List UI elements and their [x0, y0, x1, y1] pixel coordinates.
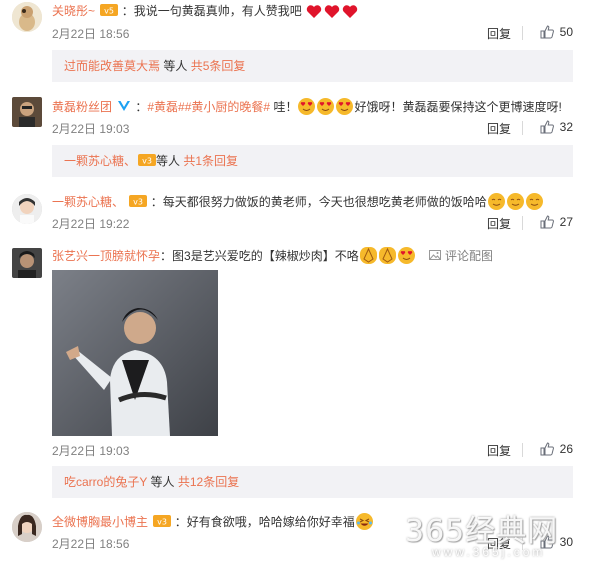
comment-date: 2月22日 19:22: [52, 217, 130, 231]
divider: [522, 26, 523, 40]
avatar[interactable]: [12, 194, 42, 224]
comment-date: 2月22日 19:03: [52, 444, 130, 458]
vip-badge-icon: v3: [138, 146, 157, 166]
reply-total-link[interactable]: 共5条回复: [191, 59, 246, 73]
reply-total-link[interactable]: 共1条回复: [183, 154, 238, 168]
divider: [522, 121, 523, 135]
comment-username[interactable]: 全微博胸最小博主: [52, 515, 148, 529]
watermark-logo: 365经典网: [405, 514, 559, 549]
svg-text:v3: v3: [133, 198, 143, 207]
like-count: 30: [559, 535, 573, 549]
reply-etc: 等人: [150, 475, 175, 489]
comment-meta: 2月22日 19:03 回复 26: [52, 442, 581, 458]
like-count: 50: [559, 25, 573, 39]
thumbs-up-icon: [540, 25, 554, 39]
reply-button[interactable]: 回复: [487, 215, 511, 232]
image-icon: [429, 250, 442, 260]
vip-badge-icon: v5: [100, 4, 119, 16]
reply-summary[interactable]: 吃carro的兔子Y 等人 共12条回复: [52, 466, 573, 498]
avatar[interactable]: [12, 512, 42, 542]
like-button[interactable]: 50: [540, 25, 573, 39]
praying-hands-emoji-icon: [359, 247, 377, 264]
heart-eyes-emoji-icon: [298, 98, 316, 115]
watermark-url: www.365j.com: [432, 545, 546, 559]
svg-text:v5: v5: [104, 7, 114, 16]
reply-username[interactable]: 一颗苏心糖、: [64, 154, 136, 168]
comment-text-line: 关晓彤~ v5 ：我说一句黄磊真帅，有人赞我吧: [52, 3, 581, 19]
reply-etc: 等人: [163, 59, 188, 73]
like-button[interactable]: 27: [540, 215, 573, 229]
reply-button[interactable]: 回复: [487, 442, 511, 459]
comment-text: ：图3是艺兴爱吃的【辣椒炒肉】不咯: [160, 249, 359, 263]
like-count: 32: [559, 120, 573, 134]
like-count: 27: [559, 215, 573, 229]
divider: [522, 443, 523, 457]
reply-button[interactable]: 回复: [487, 120, 511, 137]
verified-icon: [117, 100, 133, 111]
comment-text-line: 黄磊粉丝团 ：#黄磊##黄小厨的晚餐# 哇！ 好饿呀！黄磊磊要保持这个更博速度呀!: [52, 98, 562, 115]
like-button[interactable]: 26: [540, 442, 573, 456]
thumbs-up-icon: [540, 215, 554, 229]
reply-etc: 等人: [156, 154, 181, 168]
drooling-emoji-icon: [525, 193, 543, 210]
comment-username[interactable]: 张艺兴一顶膀就怀孕: [52, 249, 160, 263]
comment-date: 2月22日 19:03: [52, 122, 130, 136]
comment-text-line: 一颗苏心糖、 v3 ：每天都很努力做饭的黄老师，今天也很想吃黄老师做的饭哈哈: [52, 193, 581, 210]
heart-emoji-icon: [306, 4, 322, 19]
comment-date: 2月22日 18:56: [52, 537, 130, 551]
drooling-emoji-icon: [506, 193, 524, 210]
vip-badge-icon: v3: [129, 195, 148, 207]
reply-username[interactable]: 过而能改善莫大焉: [64, 59, 160, 73]
thumbs-up-icon: [540, 120, 554, 134]
vip-badge-icon: v3: [153, 515, 172, 527]
hashtag-link[interactable]: #黄磊#: [147, 100, 184, 114]
comment-text: ：每天都很努力做饭的黄老师，今天也很想吃黄老师做的饭哈哈: [150, 195, 487, 209]
reply-summary[interactable]: 过而能改善莫大焉 等人 共5条回复: [52, 50, 573, 82]
comment-text-line: 张艺兴一顶膀就怀孕：图3是艺兴爱吃的【辣椒炒肉】不咯 评论配图: [52, 247, 581, 264]
divider: [522, 216, 523, 230]
comment-meta: 2月22日 19:03 回复 32: [52, 120, 581, 136]
heart-eyes-emoji-icon: [336, 98, 354, 115]
comment-text: 哇！: [273, 100, 298, 114]
avatar[interactable]: [12, 248, 42, 278]
comment-text: ：好有食欲哦，哈哈嫁给你好幸福: [174, 515, 355, 529]
svg-text:v3: v3: [157, 518, 167, 527]
comment-text: ：我说一句黄磊真帅，有人赞我吧: [121, 4, 302, 18]
comment-text: 好饿呀！黄磊磊要保持这个更博速度呀!: [354, 100, 562, 114]
comment-username[interactable]: 黄磊粉丝团: [52, 100, 112, 114]
heart-emoji-icon: [324, 4, 340, 19]
comment-photo[interactable]: [52, 270, 218, 436]
praying-hands-emoji-icon: [378, 247, 396, 264]
comment-meta: 2月22日 19:22 回复 27: [52, 215, 581, 231]
thumbs-up-icon: [540, 442, 554, 456]
avatar[interactable]: [12, 97, 42, 127]
comment-date: 2月22日 18:56: [52, 27, 130, 41]
like-count: 26: [559, 442, 573, 456]
comment-username[interactable]: 关晓彤~: [52, 4, 95, 18]
laughing-emoji-icon: [355, 513, 373, 530]
drooling-emoji-icon: [487, 193, 505, 210]
image-link-label: 评论配图: [445, 249, 494, 263]
reply-summary[interactable]: 一颗苏心糖、 v3 等人 共1条回复: [52, 145, 573, 177]
reply-button[interactable]: 回复: [487, 25, 511, 42]
svg-text:v3: v3: [142, 157, 152, 166]
like-button[interactable]: 32: [540, 120, 573, 134]
heart-eyes-emoji-icon: [317, 98, 335, 115]
comment-username[interactable]: 一颗苏心糖、: [52, 195, 124, 209]
heart-emoji-icon: [342, 4, 358, 19]
reply-total-link[interactable]: 共12条回复: [178, 475, 239, 489]
comment-meta: 2月22日 18:56 回复 50: [52, 25, 581, 41]
heart-eyes-emoji-icon: [397, 247, 415, 264]
hashtag-link[interactable]: #黄小厨的晚餐#: [185, 100, 270, 114]
reply-username[interactable]: 吃carro的兔子Y: [64, 475, 147, 489]
avatar[interactable]: [12, 2, 42, 32]
comment-image-link[interactable]: 评论配图: [429, 249, 493, 263]
